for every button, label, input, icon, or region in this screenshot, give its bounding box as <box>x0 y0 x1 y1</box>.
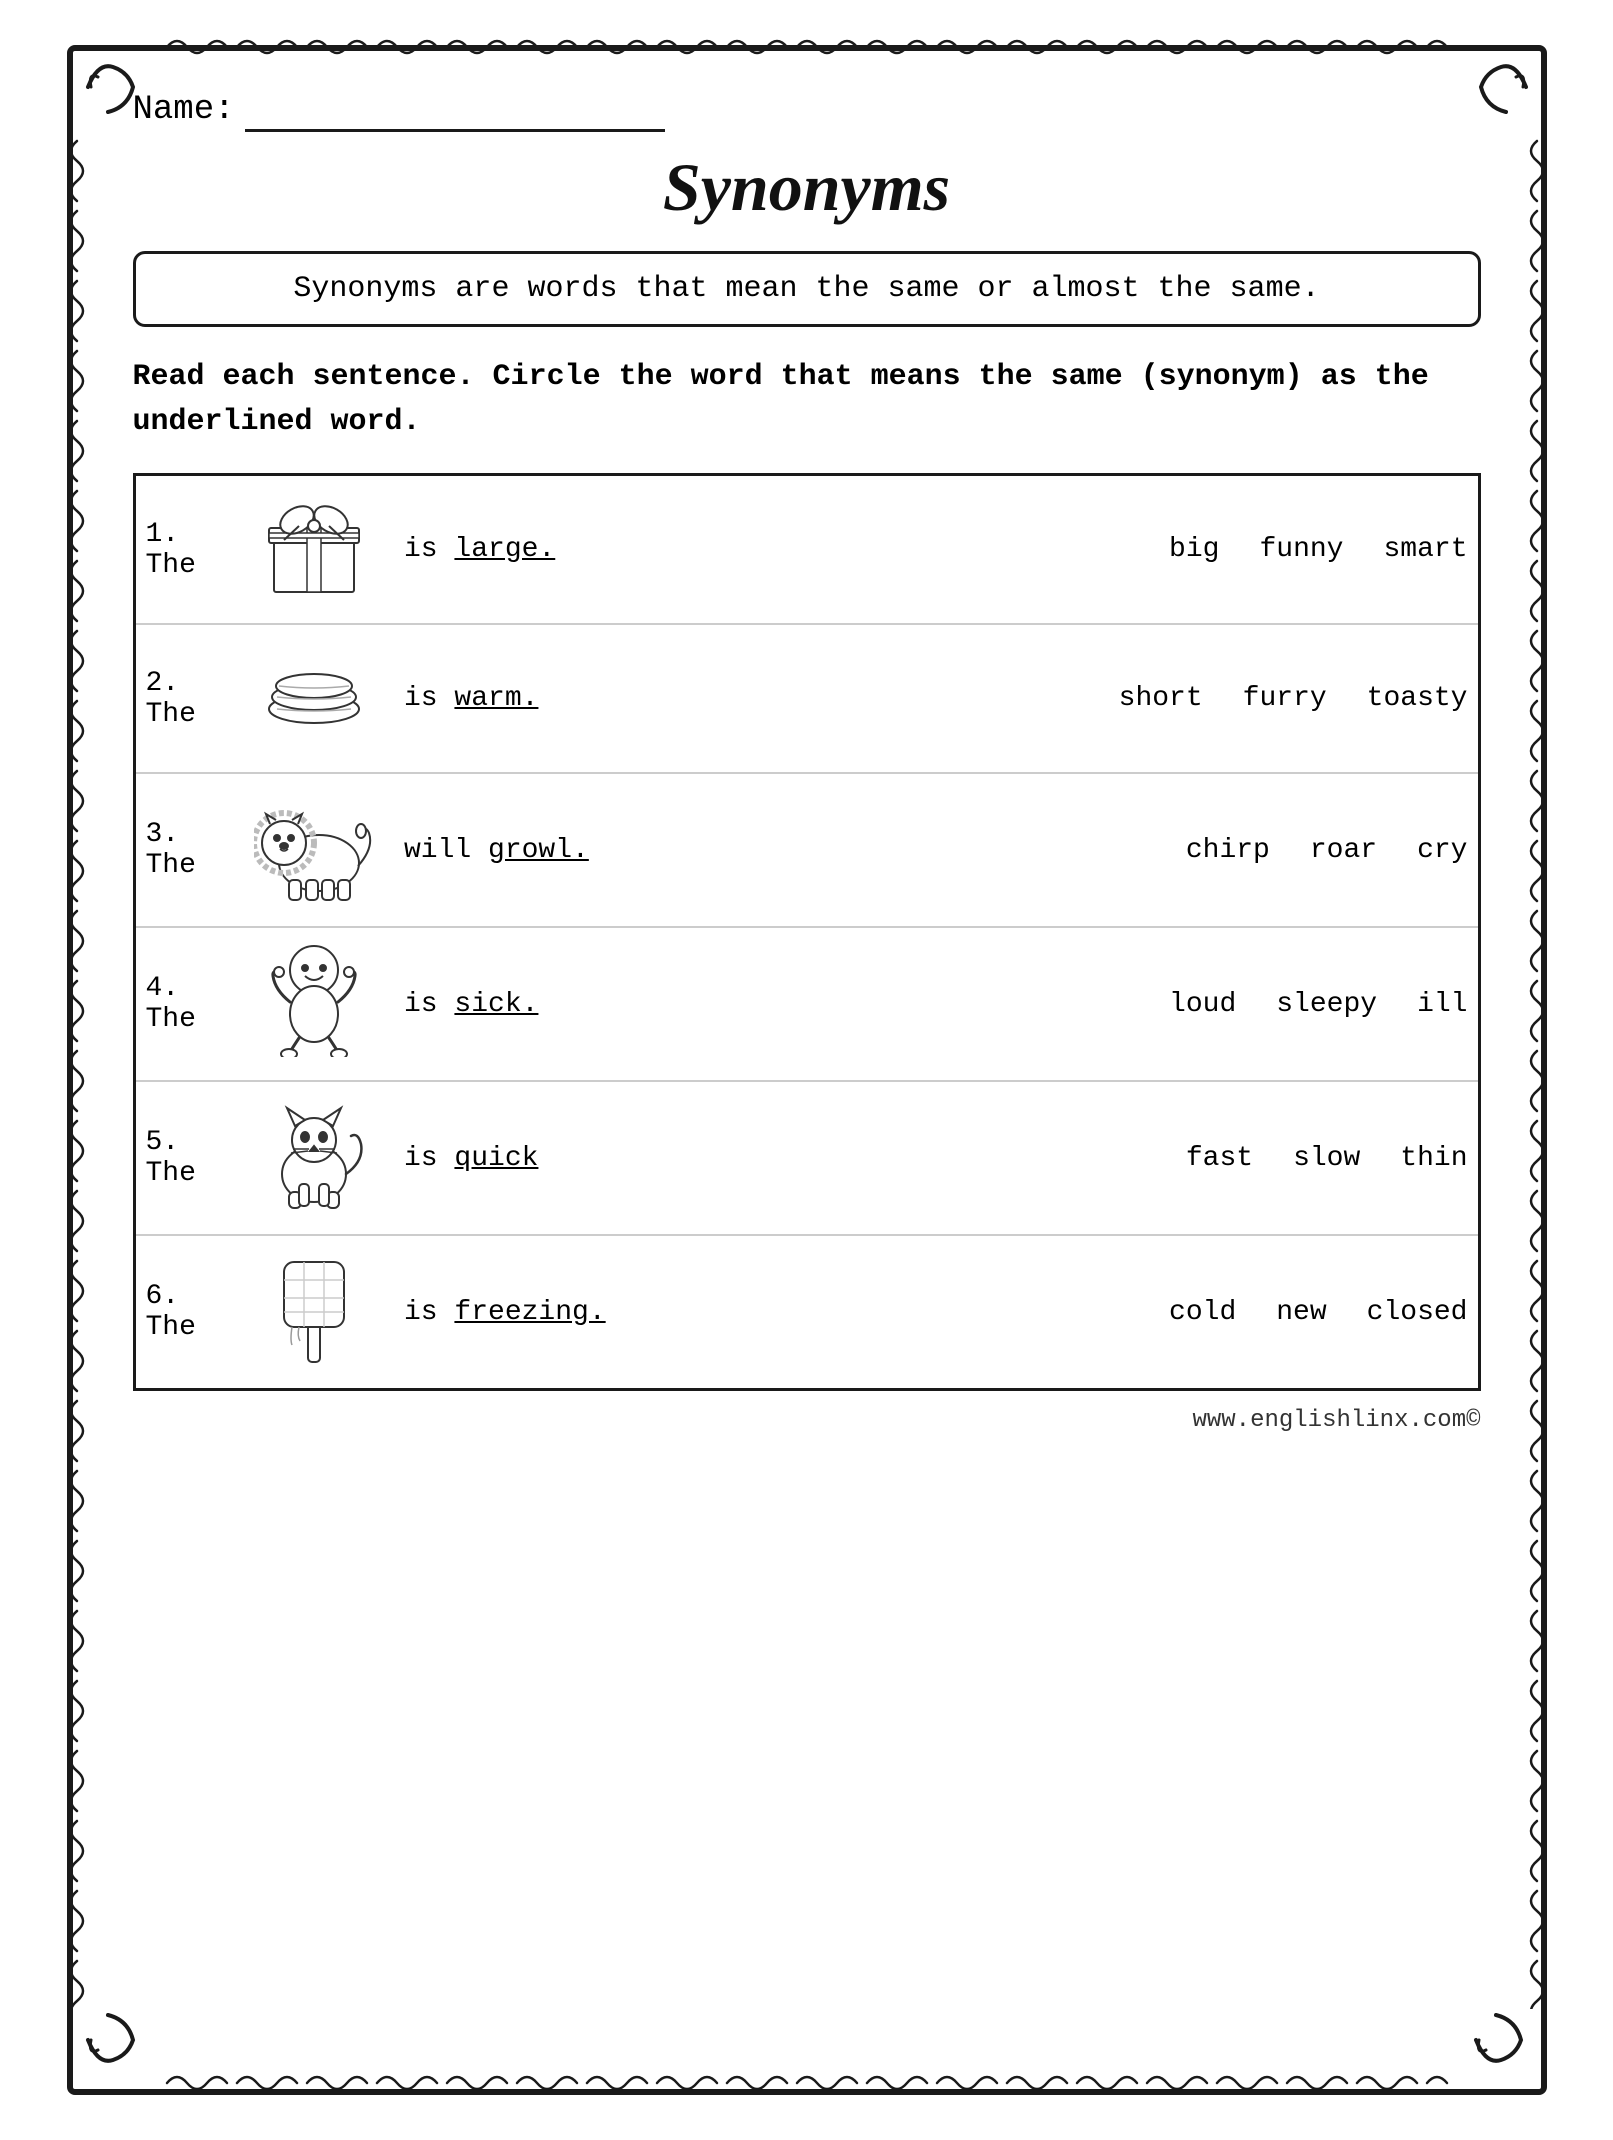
row-4-options: loud sleepy ill <box>654 927 1479 1081</box>
corner-decoration-tl <box>83 57 143 130</box>
name-label: Name: <box>133 91 235 129</box>
row-1-options: big funny smart <box>654 475 1479 625</box>
row-3-number: 3. The <box>134 773 234 927</box>
row-5-phrase: is quick <box>394 1081 654 1235</box>
row-4-option-2: sleepy <box>1276 989 1377 1020</box>
footer-credit: www.englishlinx.com© <box>133 1407 1481 1434</box>
row-1-phrase: is large. <box>394 475 654 625</box>
table-row: 6. The <box>134 1235 1479 1390</box>
row-2-underlined-word: warm. <box>454 683 538 714</box>
row-4-underlined-word: sick. <box>454 989 538 1020</box>
row-2-options: short furry toasty <box>654 624 1479 773</box>
row-5-option-2: slow <box>1293 1143 1360 1174</box>
row-3-option-3: cry <box>1417 835 1467 866</box>
row-1-option-3: smart <box>1383 534 1467 565</box>
right-border-decoration <box>1523 131 1551 2009</box>
row-1-option-1: big <box>1169 534 1219 565</box>
table-row: 5. The <box>134 1081 1479 1235</box>
worksheet-page: Name: Synonyms Synonyms are words that m… <box>67 45 1547 2095</box>
row-4-image <box>234 927 394 1081</box>
row-5-underlined-word: quick <box>454 1143 538 1174</box>
row-4-number: 4. The <box>134 927 234 1081</box>
row-2-option-1: short <box>1119 683 1203 714</box>
page-title: Synonyms <box>133 148 1481 227</box>
row-1-option-2: funny <box>1259 534 1343 565</box>
instruction-text: Read each sentence. Circle the word that… <box>133 355 1481 445</box>
row-2-image <box>234 624 394 773</box>
row-4-phrase: is sick. <box>394 927 654 1081</box>
row-3-image <box>234 773 394 927</box>
row-6-options: cold new closed <box>654 1235 1479 1390</box>
row-6-phrase: is freezing. <box>394 1235 654 1390</box>
row-4-option-1: loud <box>1169 989 1236 1020</box>
row-3-underlined-word: growl. <box>488 835 589 866</box>
bottom-border-decoration <box>157 2069 1457 2107</box>
row-6-option-1: cold <box>1169 1297 1236 1328</box>
row-4-option-3: ill <box>1417 989 1467 1020</box>
table-row: 2. The is warm. <box>134 624 1479 773</box>
name-field-row: Name: <box>133 91 1481 132</box>
row-5-image <box>234 1081 394 1235</box>
row-3-option-1: chirp <box>1186 835 1270 866</box>
exercise-table: 1. The <box>133 473 1481 1391</box>
row-2-number: 2. The <box>134 624 234 773</box>
definition-box: Synonyms are words that mean the same or… <box>133 251 1481 327</box>
row-2-option-2: furry <box>1243 683 1327 714</box>
row-6-underlined-word: freezing. <box>454 1297 605 1328</box>
row-1-underlined-word: large. <box>454 534 555 565</box>
definition-text: Synonyms are words that mean the same or… <box>293 272 1319 306</box>
row-3-options: chirp roar cry <box>654 773 1479 927</box>
top-border-decoration <box>157 33 1457 71</box>
corner-decoration-bl <box>83 2010 143 2083</box>
row-6-option-3: closed <box>1367 1297 1468 1328</box>
table-row: 4. The <box>134 927 1479 1081</box>
corner-decoration-br <box>1471 2010 1531 2083</box>
row-6-option-2: new <box>1276 1297 1326 1328</box>
row-3-option-2: roar <box>1310 835 1377 866</box>
row-5-option-3: thin <box>1400 1143 1467 1174</box>
row-6-image <box>234 1235 394 1390</box>
name-input[interactable] <box>245 91 665 132</box>
table-row: 1. The <box>134 475 1479 625</box>
row-6-number: 6. The <box>134 1235 234 1390</box>
corner-decoration-tr <box>1471 57 1531 130</box>
row-5-options: fast slow thin <box>654 1081 1479 1235</box>
row-2-phrase: is warm. <box>394 624 654 773</box>
row-5-number: 5. The <box>134 1081 234 1235</box>
row-3-phrase: will growl. <box>394 773 654 927</box>
row-2-option-3: toasty <box>1367 683 1468 714</box>
left-border-decoration <box>63 131 91 2009</box>
row-5-option-1: fast <box>1186 1143 1253 1174</box>
table-row: 3. The <box>134 773 1479 927</box>
row-1-image <box>234 475 394 625</box>
row-1-number: 1. The <box>134 475 234 625</box>
